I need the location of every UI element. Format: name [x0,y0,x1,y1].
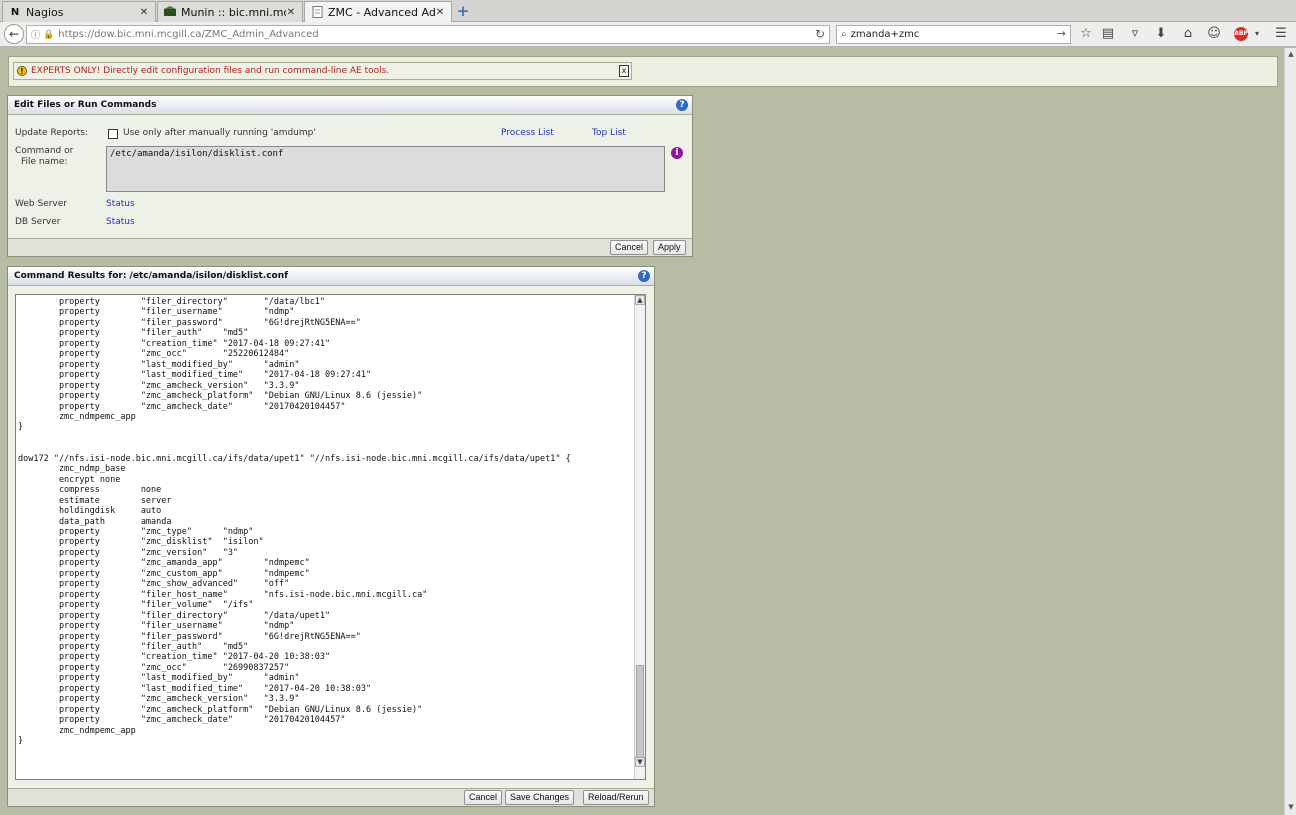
info-circle-icon[interactable]: ⓘ [31,28,40,41]
tab-label: Nagios [26,5,64,19]
tab-nagios[interactable]: N Nagios ✕ [2,1,156,22]
file-name-label: File name: [21,157,68,167]
warning-text: EXPERTS ONLY! Directly edit configuratio… [31,66,390,76]
reload-icon[interactable]: ↻ [815,27,825,41]
warning-panel: ! EXPERTS ONLY! Directly edit configurat… [8,56,1278,87]
page-viewport: ! EXPERTS ONLY! Directly edit configurat… [0,48,1284,815]
command-label: Command or [15,146,74,156]
tab-label: Munin :: bic.mni.mcgill... [181,5,286,19]
close-tab-icon[interactable]: ✕ [139,7,149,18]
url-text: https://dow.bic.mni.mcgill.ca/ZMC_Admin_… [58,29,319,40]
panel-footer: Cancel Apply [8,238,692,256]
adblock-icon[interactable]: ABP [1234,27,1248,41]
update-reports-checkbox[interactable] [108,129,118,139]
scroll-thumb[interactable] [636,665,644,765]
tab-bar: N Nagios ✕ Munin :: bic.mni.mcgill... ✕ … [0,0,1296,22]
scroll-down-icon[interactable]: ▼ [635,757,645,767]
nagios-icon: N [10,6,20,18]
results-textarea[interactable]: property "filer_directory" "/data/lbc1" … [15,294,646,780]
panel-footer: Cancel Save Changes Reload/Rerun [8,788,654,806]
tab-label: ZMC - Advanced Ad... [328,5,435,19]
edit-files-panel: Edit Files or Run Commands ? Update Repo… [7,95,693,257]
help-icon[interactable]: ? [638,270,650,282]
db-server-label: DB Server [15,217,61,227]
dropdown-arrow-icon[interactable]: ▾ [1249,26,1265,42]
close-tab-icon[interactable]: ✕ [435,7,445,18]
scroll-down-icon[interactable]: ▼ [1286,803,1296,813]
command-input[interactable]: /etc/amanda/isilon/disklist.conf [106,146,665,192]
apply-button[interactable]: Apply [653,240,686,255]
edit-panel-title: Edit Files or Run Commands [14,100,157,110]
new-tab-icon[interactable]: + [455,3,471,19]
tab-zmc[interactable]: ZMC - Advanced Ad... ✕ [304,1,452,22]
top-list-link[interactable]: Top List [592,128,626,138]
page-scrollbar[interactable]: ▲ ▼ [1284,48,1296,815]
panel-title: Edit Files or Run Commands ? [8,96,692,115]
pocket-icon[interactable]: ▿ [1127,26,1143,42]
scroll-up-icon[interactable]: ▲ [635,295,645,305]
web-server-label: Web Server [15,199,67,209]
command-results-panel: Command Results for: /etc/amanda/isilon/… [7,266,655,807]
update-reports-label: Update Reports: [15,128,89,138]
close-tab-icon[interactable]: ✕ [286,7,296,18]
cancel-button[interactable]: Cancel [610,240,649,255]
results-scrollbar[interactable]: ▲ ▼ [634,295,645,779]
cancel-button[interactable]: Cancel [464,790,503,805]
chat-icon[interactable]: ☺ [1206,26,1222,42]
menu-icon[interactable]: ☰ [1273,26,1289,42]
back-arrow-icon[interactable]: ← [4,24,24,44]
checkbox-label: Use only after manually running 'amdump' [123,128,316,138]
info-icon[interactable]: i [671,147,683,159]
save-changes-button[interactable]: Save Changes [505,790,575,805]
go-arrow-icon[interactable]: → [1057,27,1066,40]
bookmark-star-icon[interactable]: ☆ [1078,26,1094,42]
close-icon[interactable]: x [619,65,629,77]
reading-list-icon[interactable]: ▤ [1100,26,1116,42]
tab-munin[interactable]: Munin :: bic.mni.mcgill... ✕ [157,1,303,22]
lock-icon: 🔒 [43,29,55,40]
page-icon [311,6,323,18]
panel-title: Command Results for: /etc/amanda/isilon/… [8,267,654,286]
munin-icon [164,6,176,18]
download-icon[interactable]: ⬇ [1153,26,1169,42]
url-bar[interactable]: ⓘ 🔒 https://dow.bic.mni.mcgill.ca/ZMC_Ad… [26,25,830,44]
search-icon: ⌕ [841,29,847,40]
reload-rerun-button[interactable]: Reload/Rerun [583,790,649,805]
search-bar[interactable]: ⌕ zmanda+zmc → [836,25,1071,44]
help-icon[interactable]: ? [676,99,688,111]
home-icon[interactable]: ⌂ [1180,26,1196,42]
warning-message: ! EXPERTS ONLY! Directly edit configurat… [13,62,632,80]
scroll-up-icon[interactable]: ▲ [1286,50,1296,60]
process-list-link[interactable]: Process List [501,128,554,138]
db-server-status-link[interactable]: Status [106,217,135,227]
results-panel-title: Command Results for: /etc/amanda/isilon/… [14,271,289,281]
nav-bar: ← ⓘ 🔒 https://dow.bic.mni.mcgill.ca/ZMC_… [0,22,1296,47]
warning-icon: ! [17,66,27,76]
results-content: property "filer_directory" "/data/lbc1" … [18,297,571,747]
web-server-status-link[interactable]: Status [106,199,135,209]
search-value: zmanda+zmc [850,29,920,40]
